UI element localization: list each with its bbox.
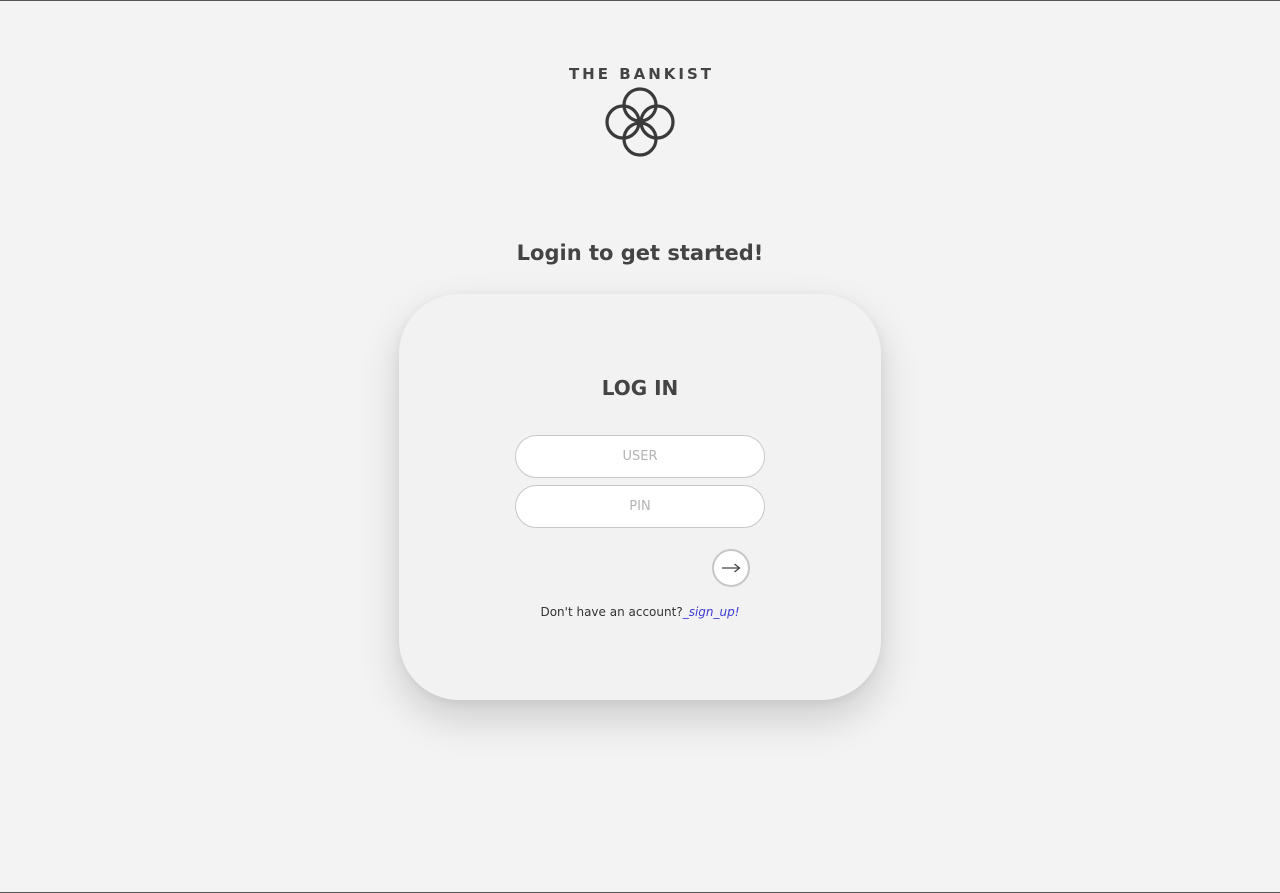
pin-input[interactable] xyxy=(515,485,765,528)
right-arrow-icon xyxy=(722,563,741,573)
login-title: LOG IN xyxy=(601,376,679,400)
signup-link[interactable]: _sign_up! xyxy=(683,605,740,619)
bankist-logo-icon xyxy=(605,87,675,157)
login-card: LOG IN Don't have an account?_sign_up! xyxy=(399,294,881,700)
brand-name: THE BANKIST xyxy=(568,65,715,83)
signup-prompt-line: Don't have an account?_sign_up! xyxy=(399,603,881,621)
signup-prompt-text: Don't have an account? xyxy=(540,605,683,619)
page-tagline: Login to get started! xyxy=(516,241,764,265)
user-input[interactable] xyxy=(515,435,765,478)
login-submit-button[interactable] xyxy=(712,549,750,587)
brand-header: THE BANKIST xyxy=(0,65,1280,159)
